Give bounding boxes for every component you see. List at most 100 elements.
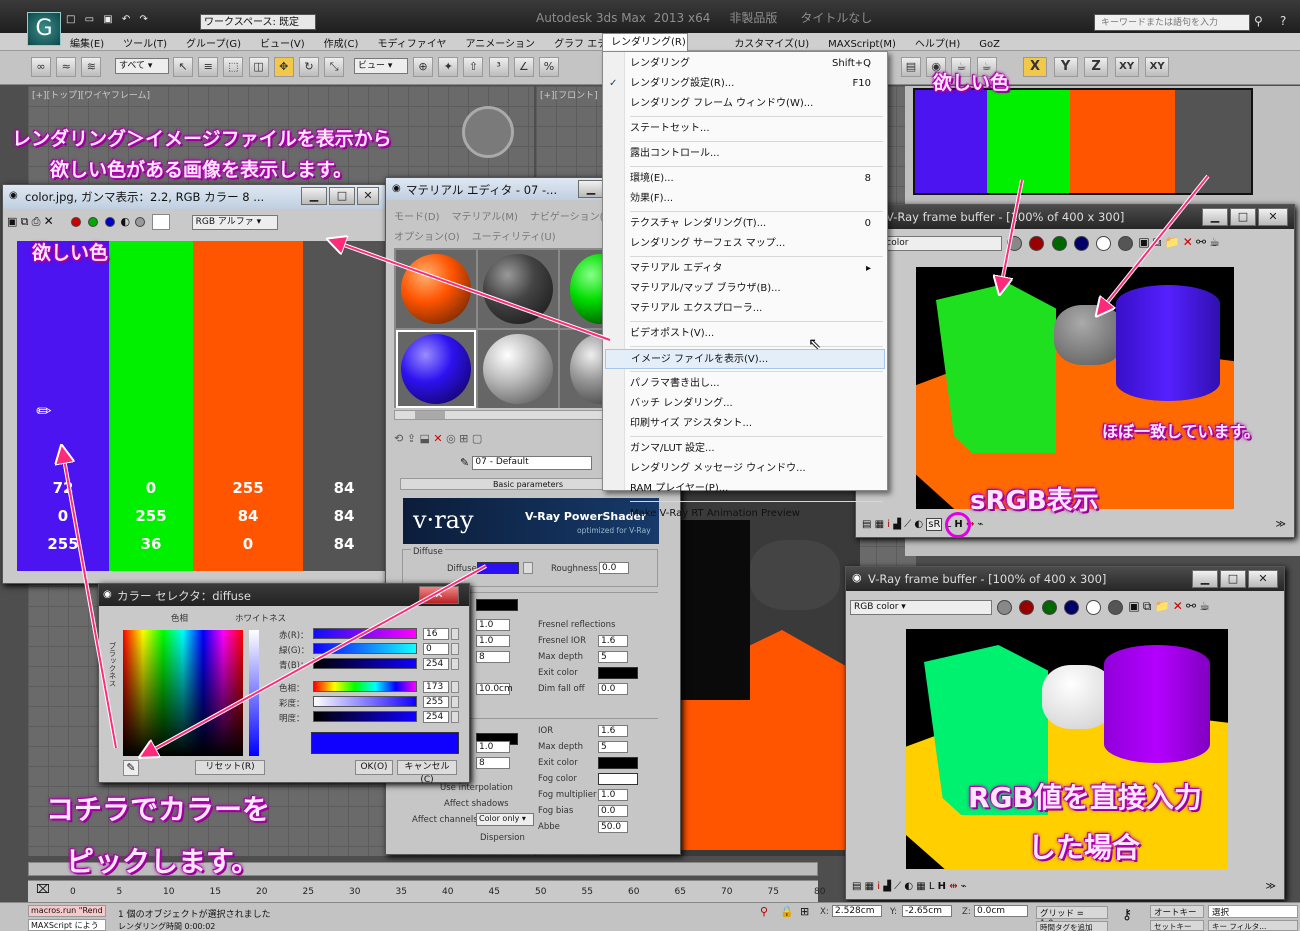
abs-mode-icon[interactable]: ⊞ xyxy=(800,905,809,918)
vfb1-exposure-icon[interactable]: ◐ xyxy=(914,519,923,530)
param-value-field[interactable]: 8 xyxy=(476,757,510,769)
channel-slider[interactable] xyxy=(313,696,417,707)
close-button[interactable]: ✕ xyxy=(357,187,379,205)
render-menu-item[interactable]: パノラマ書き出し... xyxy=(603,374,887,394)
render-menu-item[interactable]: レンダリング設定(R)... ✓ F10 xyxy=(603,74,887,94)
vfb1-levels-icon[interactable]: ▟ xyxy=(893,519,901,530)
undo-icon[interactable]: ↶ xyxy=(122,14,130,25)
channel-value-field[interactable]: 255 xyxy=(423,696,449,708)
param-value-field[interactable]: 8 xyxy=(476,651,510,663)
key-filters-button[interactable]: キー フィルタ... xyxy=(1208,920,1298,931)
setkey-button[interactable]: セットキー xyxy=(1150,920,1204,931)
put-material-icon[interactable]: ⇪ xyxy=(407,432,416,445)
vfb1-expand-icon[interactable]: ≫ xyxy=(1276,519,1286,530)
redo-icon[interactable]: ↷ xyxy=(140,14,148,25)
channel-spinner[interactable] xyxy=(451,628,459,640)
channel-value-field[interactable]: 0 xyxy=(423,643,449,655)
param-color-swatch[interactable] xyxy=(598,773,638,785)
vfb1-save-icon[interactable]: ▣ xyxy=(1138,235,1149,249)
vfb2-compare-icon[interactable]: ⇹ xyxy=(949,881,957,892)
vfb1-srgb-button[interactable]: sR xyxy=(926,518,943,531)
param-value-field-2[interactable]: 0.0 xyxy=(598,805,628,817)
param-value-field[interactable]: 1.0 xyxy=(476,619,510,631)
get-material-icon[interactable]: ⟲ xyxy=(394,432,403,445)
coord-z-field[interactable]: 0.0cm xyxy=(974,905,1028,917)
vfb2-red-icon[interactable] xyxy=(1019,599,1035,615)
vfb2-stamp-icon[interactable]: ⌁ xyxy=(961,881,967,892)
snap-icon[interactable]: ³ xyxy=(488,57,509,77)
whiteness-slider[interactable] xyxy=(249,630,259,756)
vfb2-mono-icon[interactable] xyxy=(1108,599,1124,615)
vfb1-mono-icon[interactable] xyxy=(1118,235,1134,251)
vfb1-teapot-icon[interactable]: ☕ xyxy=(1209,235,1220,249)
vfb1-alpha-icon[interactable] xyxy=(1095,235,1111,251)
param-value-field[interactable]: 1.0 xyxy=(476,741,510,753)
select-manipulate-icon[interactable]: ✦ xyxy=(438,57,459,77)
vfb2-levels-icon[interactable]: ▟ xyxy=(883,881,891,892)
vfb2-info-icon[interactable]: i xyxy=(877,881,880,892)
red-channel-icon[interactable] xyxy=(70,217,81,227)
channel-value-field[interactable]: 173 xyxy=(423,681,449,693)
image-swatch-column[interactable]: 72 0 255 xyxy=(17,241,109,571)
reset-button[interactable]: リセット(R) xyxy=(195,760,265,775)
vfb2-titlebar[interactable]: ◉ V-Ray frame buffer - [100% of 400 x 30… xyxy=(846,567,1284,591)
minimize-button[interactable]: ▁ xyxy=(301,187,327,205)
autokey-button[interactable]: オートキー xyxy=(1150,905,1204,918)
param-value-field-2[interactable]: 1.0 xyxy=(598,789,628,801)
vfb1-titlebar[interactable]: V-Ray frame buffer - [100% of 400 x 300]… xyxy=(856,205,1294,229)
axis-x-button[interactable]: X xyxy=(1023,57,1047,77)
channel-slider[interactable] xyxy=(313,658,417,669)
percent-snap-icon[interactable]: % xyxy=(538,57,559,77)
vfb1-stamp-icon[interactable]: ⌁ xyxy=(978,519,984,530)
material-editor-menu-item[interactable]: ユーティリティ(U) xyxy=(472,232,556,243)
help-icon[interactable]: ? xyxy=(1280,14,1286,28)
coord-x-field[interactable]: 2.528cm xyxy=(832,905,882,917)
vfb1-maximize-button[interactable]: □ xyxy=(1230,208,1256,226)
vfb1-open-icon[interactable]: 📁 xyxy=(1165,235,1180,249)
channel-value-field[interactable]: 16 xyxy=(423,628,449,640)
scale-icon[interactable]: ⤡ xyxy=(324,57,345,77)
render-menu-item[interactable]: ステートセット... xyxy=(603,119,887,139)
roughness-field[interactable]: 0.0 xyxy=(599,562,629,574)
copy-image-icon[interactable]: ⧉ xyxy=(21,215,29,228)
vfb2-minimize-button[interactable]: ▁ xyxy=(1192,570,1218,588)
param-value-field-2[interactable]: 1.6 xyxy=(598,725,628,737)
color-selector-titlebar[interactable]: ◉ カラー セレクタ：diffuse ✕ xyxy=(99,584,469,606)
render-menu-item[interactable]: ビデオポスト(V)... xyxy=(603,324,887,344)
show-map-icon[interactable]: ▢ xyxy=(472,432,482,445)
vfb2-blue-icon[interactable] xyxy=(1063,599,1079,615)
render-menu-item[interactable]: マテリアル/マップ ブラウザ(B)... xyxy=(603,279,887,299)
save-icon[interactable]: ▣ xyxy=(103,14,112,25)
image-canvas[interactable]: 72 0 255 0 255 36 255 84 0 84 84 84 xyxy=(17,241,385,571)
material-editor-menu-item[interactable]: オプション(O) xyxy=(394,232,460,243)
channel-spinner[interactable] xyxy=(451,658,459,670)
menu-12[interactable]: GoZ xyxy=(979,39,1000,50)
channel-spinner[interactable] xyxy=(451,696,459,708)
vfb2-open-icon[interactable]: 📁 xyxy=(1155,599,1170,613)
search-input[interactable]: キーワードまたは語句を入力 xyxy=(1094,14,1250,31)
material-editor-menu-item[interactable]: マテリアル(M) xyxy=(452,212,518,223)
material-editor-menu-item[interactable]: モード(D) xyxy=(394,212,440,223)
vfb2-teapot-icon[interactable]: ☕ xyxy=(1199,599,1210,613)
channel-spinner[interactable] xyxy=(451,643,459,655)
vfb2-clear-icon[interactable]: ✕ xyxy=(1173,599,1183,613)
viewport-top-label[interactable]: [+][トップ][ワイヤフレーム] xyxy=(32,88,150,101)
menu-6[interactable]: アニメーション xyxy=(465,35,535,50)
pivot-icon[interactable]: ⊕ xyxy=(413,57,433,77)
image-swatch-column[interactable]: 0 255 36 xyxy=(109,241,193,571)
reflect-color-swatch[interactable] xyxy=(476,599,518,611)
render-menu-item[interactable]: レンダリング メッセージ ウィンドウ... xyxy=(603,459,887,479)
lock-icon[interactable]: ⚲ xyxy=(760,905,768,918)
vfb2-expand-icon[interactable]: ≫ xyxy=(1266,881,1276,892)
curve-editor-icon[interactable]: ⌧ xyxy=(36,882,50,896)
maximize-button[interactable]: □ xyxy=(329,187,355,205)
mono-icon[interactable] xyxy=(135,217,146,227)
blue-channel-icon[interactable] xyxy=(105,217,116,227)
channel-value-field[interactable]: 254 xyxy=(423,658,449,670)
sample-slot-orange[interactable] xyxy=(396,250,476,328)
bind-spacewarp-icon[interactable]: ≋ xyxy=(81,57,102,77)
vfb2-link-icon[interactable]: ⚯ xyxy=(1186,599,1196,613)
diffuse-map-button[interactable] xyxy=(523,562,533,574)
vfb2-green-icon[interactable] xyxy=(1041,599,1057,615)
channel-slider[interactable] xyxy=(313,711,417,722)
